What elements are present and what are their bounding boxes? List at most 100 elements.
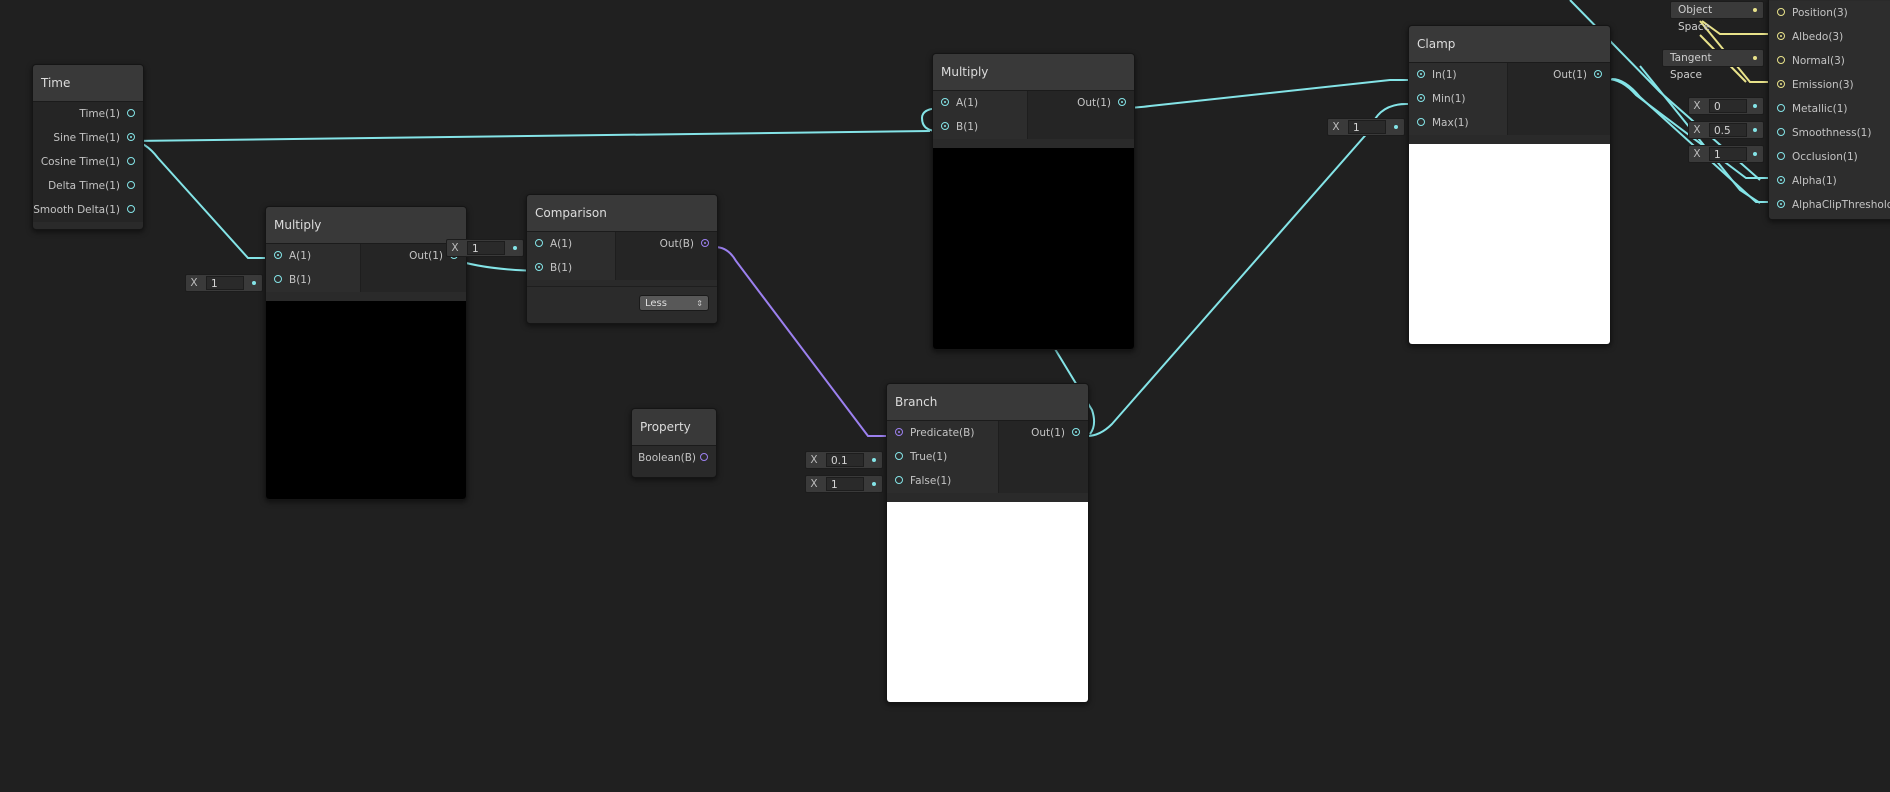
comparison-a-field[interactable]: X1 xyxy=(446,239,524,257)
input-port-occlusion[interactable]: Occlusion(1) xyxy=(1769,145,1890,169)
wire-position-space[interactable] xyxy=(1701,20,1778,35)
input-port-a[interactable]: A(1) xyxy=(527,232,615,256)
connector-dot-icon xyxy=(1753,128,1757,132)
output-port-cosine-time[interactable]: Cosine Time(1) xyxy=(33,150,143,174)
input-port-smoothness[interactable]: Smoothness(1) xyxy=(1769,121,1890,145)
output-port-smooth-delta[interactable]: Smooth Delta(1) xyxy=(33,198,143,222)
multiply-left-b-field[interactable]: X1 xyxy=(185,274,263,292)
circle-port-icon[interactable] xyxy=(127,157,135,165)
circle-port-icon[interactable] xyxy=(700,453,708,461)
output-port-sine-time[interactable]: Sine Time(1) xyxy=(33,126,143,150)
comparison-control-area: Less ⇕ xyxy=(527,286,717,323)
node-title: Property xyxy=(632,409,716,446)
input-port-true[interactable]: True(1) xyxy=(887,445,998,469)
comparison-node[interactable]: Comparison A(1) B(1) Out(B) Less ⇕ xyxy=(526,194,718,324)
input-port-metallic[interactable]: Metallic(1) xyxy=(1769,97,1890,121)
node-title: Time xyxy=(33,65,143,102)
output-port-out[interactable]: Out(B) xyxy=(616,232,717,256)
input-port-emission[interactable]: Emission(3) xyxy=(1769,73,1890,97)
circle-port-icon[interactable] xyxy=(895,452,903,460)
wire-sine-to-multiply-top-b[interactable] xyxy=(130,130,931,142)
occlusion-field[interactable]: X1 xyxy=(1688,145,1764,163)
updown-arrow-icon: ⇕ xyxy=(696,299,703,308)
input-port-max[interactable]: Max(1) xyxy=(1409,111,1507,135)
node-title: Multiply xyxy=(933,54,1134,91)
output-port-out[interactable]: Out(1) xyxy=(1028,91,1134,115)
circle-port-icon[interactable] xyxy=(127,109,135,117)
circle-port-icon[interactable] xyxy=(1417,118,1425,126)
circle-port-icon[interactable] xyxy=(274,251,282,259)
circle-port-icon[interactable] xyxy=(127,181,135,189)
connector-dot-icon xyxy=(1753,152,1757,156)
circle-port-icon[interactable] xyxy=(127,205,135,213)
input-port-b[interactable]: B(1) xyxy=(527,256,615,280)
branch-false-field[interactable]: X1 xyxy=(805,475,883,493)
circle-port-icon[interactable] xyxy=(1777,104,1785,112)
node-title: Comparison xyxy=(527,195,717,232)
multiply-left-node[interactable]: Multiply A(1) B(1) Out(1) xyxy=(265,206,467,500)
node-title: Branch xyxy=(887,384,1088,421)
circle-port-icon[interactable] xyxy=(535,239,543,247)
preview-white xyxy=(887,502,1088,702)
input-port-a[interactable]: A(1) xyxy=(933,91,1027,115)
circle-port-icon[interactable] xyxy=(1777,128,1785,136)
input-port-alpha-clip-threshold[interactable]: AlphaClipThreshold(1) xyxy=(1769,193,1890,217)
circle-port-icon[interactable] xyxy=(895,476,903,484)
input-port-a[interactable]: A(1) xyxy=(266,244,360,268)
input-port-b[interactable]: B(1) xyxy=(266,268,360,292)
circle-port-icon[interactable] xyxy=(127,133,135,141)
clamp-max-field[interactable]: X1 xyxy=(1327,118,1405,136)
circle-port-icon[interactable] xyxy=(1777,56,1785,64)
wire-multiply-top-to-clamp-in[interactable] xyxy=(1120,79,1420,109)
output-port-out[interactable]: Out(1) xyxy=(1508,63,1610,87)
input-port-normal[interactable]: Normal(3) xyxy=(1769,49,1890,73)
circle-port-icon[interactable] xyxy=(1417,70,1425,78)
circle-port-icon[interactable] xyxy=(1777,80,1785,88)
multiply-top-node[interactable]: Multiply A(1) B(1) Out(1) xyxy=(932,53,1135,350)
input-port-position[interactable]: Position(3) xyxy=(1769,1,1890,25)
input-port-b[interactable]: B(1) xyxy=(933,115,1027,139)
connector-dot-icon xyxy=(872,482,876,486)
output-port-boolean[interactable]: Boolean(B) xyxy=(632,446,716,470)
circle-port-icon[interactable] xyxy=(1777,152,1785,160)
branch-true-field[interactable]: X 0.1 xyxy=(805,451,883,469)
circle-port-icon[interactable] xyxy=(895,428,903,436)
input-port-predicate[interactable]: Predicate(B) xyxy=(887,421,998,445)
metallic-field[interactable]: X0 xyxy=(1688,97,1764,115)
circle-port-icon[interactable] xyxy=(1777,32,1785,40)
input-port-in[interactable]: In(1) xyxy=(1409,63,1507,87)
master-node[interactable]: Position(3) Albedo(3) Normal(3) Emission… xyxy=(1768,0,1890,220)
smoothness-field[interactable]: X 0.5 xyxy=(1688,121,1764,139)
branch-node[interactable]: Branch Predicate(B) True(1) False(1) Out… xyxy=(886,383,1089,703)
circle-port-icon[interactable] xyxy=(1777,200,1785,208)
wire-branch-to-clamp-min[interactable] xyxy=(1086,103,1420,437)
wire-sine-to-multiply-left-a[interactable] xyxy=(130,140,278,259)
comparison-mode-select[interactable]: Less ⇕ xyxy=(639,295,709,311)
position-space-tag[interactable]: Object Space xyxy=(1670,1,1764,33)
output-port-delta-time[interactable]: Delta Time(1) xyxy=(33,174,143,198)
connector-dot-icon xyxy=(1753,8,1757,12)
circle-port-icon[interactable] xyxy=(701,239,709,247)
property-node[interactable]: Property Boolean(B) xyxy=(631,408,717,478)
time-node[interactable]: Time Time(1) Sine Time(1) Cosine Time(1)… xyxy=(32,64,144,230)
normal-space-tag[interactable]: Tangent Space xyxy=(1662,49,1764,81)
clamp-node[interactable]: Clamp In(1) Min(1) Max(1) Out(1) xyxy=(1408,25,1611,345)
output-port-time[interactable]: Time(1) xyxy=(33,102,143,126)
input-port-alpha[interactable]: Alpha(1) xyxy=(1769,169,1890,193)
circle-port-icon[interactable] xyxy=(1417,94,1425,102)
circle-port-icon[interactable] xyxy=(1777,176,1785,184)
circle-port-icon[interactable] xyxy=(1777,8,1785,16)
circle-port-icon[interactable] xyxy=(1072,428,1080,436)
circle-port-icon[interactable] xyxy=(941,98,949,106)
circle-port-icon[interactable] xyxy=(1118,98,1126,106)
circle-port-icon[interactable] xyxy=(274,275,282,283)
input-port-albedo[interactable]: Albedo(3) xyxy=(1769,25,1890,49)
input-port-false[interactable]: False(1) xyxy=(887,469,998,493)
circle-port-icon[interactable] xyxy=(941,122,949,130)
output-port-out[interactable]: Out(1) xyxy=(999,421,1088,445)
circle-port-icon[interactable] xyxy=(1594,70,1602,78)
input-port-min[interactable]: Min(1) xyxy=(1409,87,1507,111)
wire-comparison-to-branch-predicate[interactable] xyxy=(714,246,888,437)
node-title: Multiply xyxy=(266,207,466,244)
circle-port-icon[interactable] xyxy=(535,263,543,271)
